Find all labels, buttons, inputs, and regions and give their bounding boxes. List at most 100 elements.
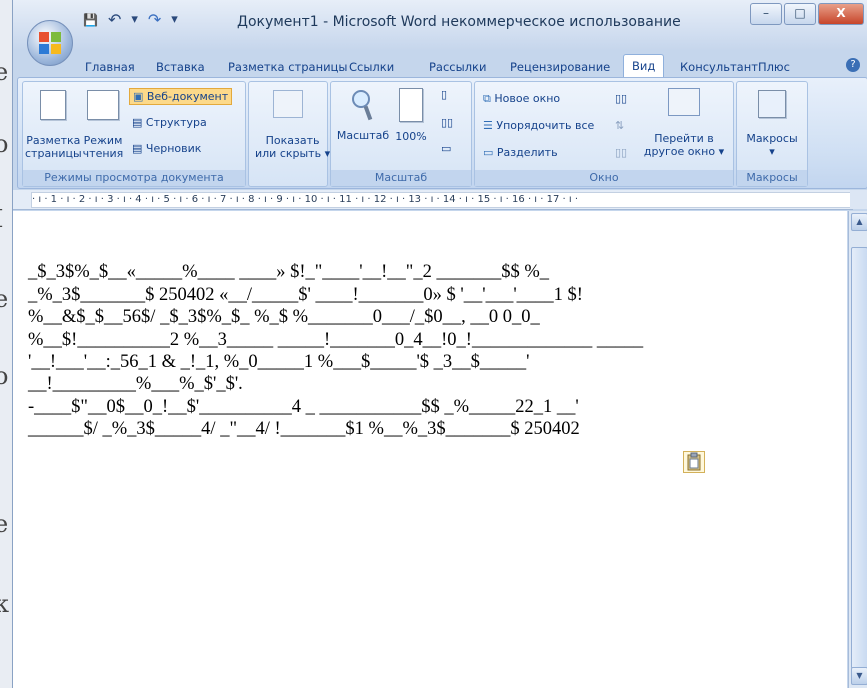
split-button[interactable]: ▭ Разделить — [483, 146, 558, 159]
web-layout-button[interactable]: ▣ Веб-документ — [129, 88, 233, 105]
group-label-view-modes: Режимы просмотра документа — [23, 170, 245, 186]
tab-references[interactable]: Ссылки — [349, 60, 394, 74]
new-window-button[interactable]: ⧉ Новое окно — [483, 92, 560, 106]
two-pages-button[interactable]: ▯▯ — [441, 116, 453, 129]
word-window: 💾 ↶ ▾ ↷ ▾ Документ1 - Microsoft Word нек… — [12, 0, 867, 688]
tab-mailings[interactable]: Рассылки — [429, 60, 486, 74]
reset-position-button[interactable]: ▯▯ — [615, 146, 627, 159]
document-line: '__!___'__:_56_1 & _!_1, %_0_____1 %___$… — [28, 352, 530, 373]
draft-label: Черновик — [145, 142, 202, 155]
document-line: %__$!__________2 %__3_____ _____!_______… — [28, 329, 644, 350]
show-hide-icon — [273, 90, 303, 118]
one-page-button[interactable]: ▯ — [441, 88, 447, 101]
scroll-up-button[interactable]: ▲ — [851, 213, 867, 231]
paste-options-icon[interactable] — [683, 451, 705, 473]
tab-review[interactable]: Рецензирование — [510, 60, 610, 74]
reading-mode-button[interactable]: Режим чтения — [81, 90, 125, 160]
switch-windows-icon — [668, 88, 700, 116]
scroll-thumb[interactable] — [851, 247, 867, 669]
zoom-100-button[interactable]: 100% — [391, 88, 431, 143]
save-icon[interactable]: 💾 — [81, 13, 100, 27]
document-page[interactable]: _$_3$%_$__«_____%____ ____» $!_"____'__!… — [13, 211, 847, 688]
group-label-window: Окно — [475, 170, 733, 186]
view-side-by-side-button[interactable]: ▯▯ — [615, 92, 627, 105]
switch-windows-label: Перейти в другое окно ▾ — [643, 132, 725, 158]
new-window-label: Новое окно — [494, 92, 561, 105]
office-button[interactable] — [27, 20, 73, 66]
switch-windows-button[interactable]: Перейти в другое окно ▾ — [641, 88, 727, 158]
tab-page-layout[interactable]: Разметка страницы — [228, 60, 347, 74]
bg-fragment: I — [0, 205, 3, 233]
group-label-zoom: Масштаб — [331, 170, 471, 186]
group-show: Показать или скрыть ▾ — [248, 81, 330, 187]
web-layout-label: Веб-документ — [146, 90, 229, 103]
tab-home[interactable]: Главная — [85, 60, 135, 74]
bg-fragment: о — [0, 130, 9, 158]
scroll-down-button[interactable]: ▼ — [851, 667, 867, 685]
tab-view[interactable]: Вид — [623, 54, 665, 77]
sync-scroll-button[interactable]: ⇅ — [615, 119, 624, 132]
arrange-all-icon: ☰ — [483, 119, 493, 132]
new-window-icon: ⧉ — [483, 92, 491, 105]
close-button[interactable]: X — [818, 3, 864, 25]
split-label: Разделить — [496, 146, 558, 159]
reset-position-icon: ▯▯ — [615, 146, 628, 159]
document-line: __!_________%___%_$'_$'. — [28, 374, 243, 395]
book-icon — [87, 90, 119, 120]
title-bar: 💾 ↶ ▾ ↷ ▾ Документ1 - Microsoft Word нек… — [13, 0, 867, 50]
horizontal-ruler[interactable]: · ı · 1 · ı · 2 · ı · 3 · ı · 4 · ı · 5 … — [13, 190, 855, 210]
draft-button[interactable]: ▤ Черновик — [132, 142, 201, 155]
help-icon[interactable]: ? — [846, 58, 860, 72]
two-pages-icon: ▯▯ — [441, 116, 454, 129]
split-icon: ▭ — [483, 146, 494, 159]
print-layout-label: Разметка страницы — [25, 134, 82, 160]
show-hide-button[interactable]: Показать или скрыть ▾ — [255, 90, 330, 160]
macros-label: Макросы ▾ — [746, 132, 798, 158]
group-label-macros: Макросы — [737, 170, 807, 186]
bg-fragment: е — [0, 510, 9, 538]
group-zoom: Масштаб 100% ▯ ▯▯ ▭ Масштаб — [330, 81, 472, 187]
document-line: -____$"__0$__0_!__$'__________4 _ ______… — [28, 396, 579, 417]
zoom-button[interactable]: Масштаб — [335, 88, 391, 142]
arrange-all-button[interactable]: ☰ Упорядочить все — [483, 119, 594, 132]
web-layout-icon: ▣ — [133, 90, 144, 103]
customize-qat-icon[interactable]: ▾ — [169, 12, 180, 27]
group-view-modes: Разметка страницы Режим чтения ▣ Веб-док… — [22, 81, 246, 187]
redo-icon[interactable]: ↷ — [146, 10, 163, 29]
undo-icon[interactable]: ↶ — [106, 10, 123, 29]
document-text[interactable]: _$_3$%_$__«_____%____ ____» $!_"____'__!… — [28, 239, 643, 485]
minimize-button[interactable]: – — [750, 3, 782, 25]
outline-label: Структура — [145, 116, 207, 129]
view-ruler-icon[interactable] — [850, 190, 867, 209]
quick-access-toolbar: 💾 ↶ ▾ ↷ ▾ — [81, 10, 180, 29]
window-controls: – □ X — [750, 3, 864, 25]
magnifier-icon — [352, 90, 373, 121]
page-width-button[interactable]: ▭ — [441, 142, 451, 155]
outline-icon: ▤ — [132, 116, 143, 129]
window-title: Документ1 - Microsoft Word некоммерческо… — [237, 14, 681, 30]
page-100-icon — [399, 88, 423, 122]
print-layout-button[interactable]: Разметка страницы — [25, 90, 82, 160]
macros-button[interactable]: Макросы ▾ — [741, 90, 803, 158]
maximize-button[interactable]: □ — [784, 3, 816, 25]
one-page-icon: ▯ — [441, 88, 448, 101]
tab-consultantplus[interactable]: КонсультантПлюс — [680, 60, 790, 74]
page-width-icon: ▭ — [441, 142, 452, 155]
ruler-scale: · ı · 1 · ı · 2 · ı · 3 · ı · 4 · ı · 5 … — [31, 192, 855, 208]
zoom-label: Масштаб — [336, 129, 390, 142]
show-hide-label: Показать или скрыть ▾ — [255, 134, 331, 160]
document-line: %__&$_$__56$/ _$_3$%_$_ %_$ %_______0___… — [28, 307, 540, 328]
reading-mode-label: Режим чтения — [82, 134, 124, 160]
bg-fragment: е — [0, 285, 9, 313]
document-line: _$_3$%_$__«_____%____ ____» $!_"____'__!… — [28, 262, 549, 283]
tab-insert[interactable]: Вставка — [156, 60, 205, 74]
macros-icon — [758, 90, 786, 118]
bg-fragment: к — [0, 590, 9, 618]
side-by-side-icon: ▯▯ — [615, 92, 628, 105]
ribbon: Разметка страницы Режим чтения ▣ Веб-док… — [17, 77, 867, 189]
vertical-scrollbar[interactable]: ▲ ▼ — [848, 211, 867, 688]
group-window: ⧉ Новое окно ☰ Упорядочить все ▭ Раздели… — [474, 81, 734, 187]
outline-button[interactable]: ▤ Структура — [132, 116, 207, 129]
document-line: ______$/ _%_3$_____4/ _"__4/ !_______$1 … — [28, 419, 580, 440]
undo-dropdown-icon[interactable]: ▾ — [129, 12, 140, 27]
